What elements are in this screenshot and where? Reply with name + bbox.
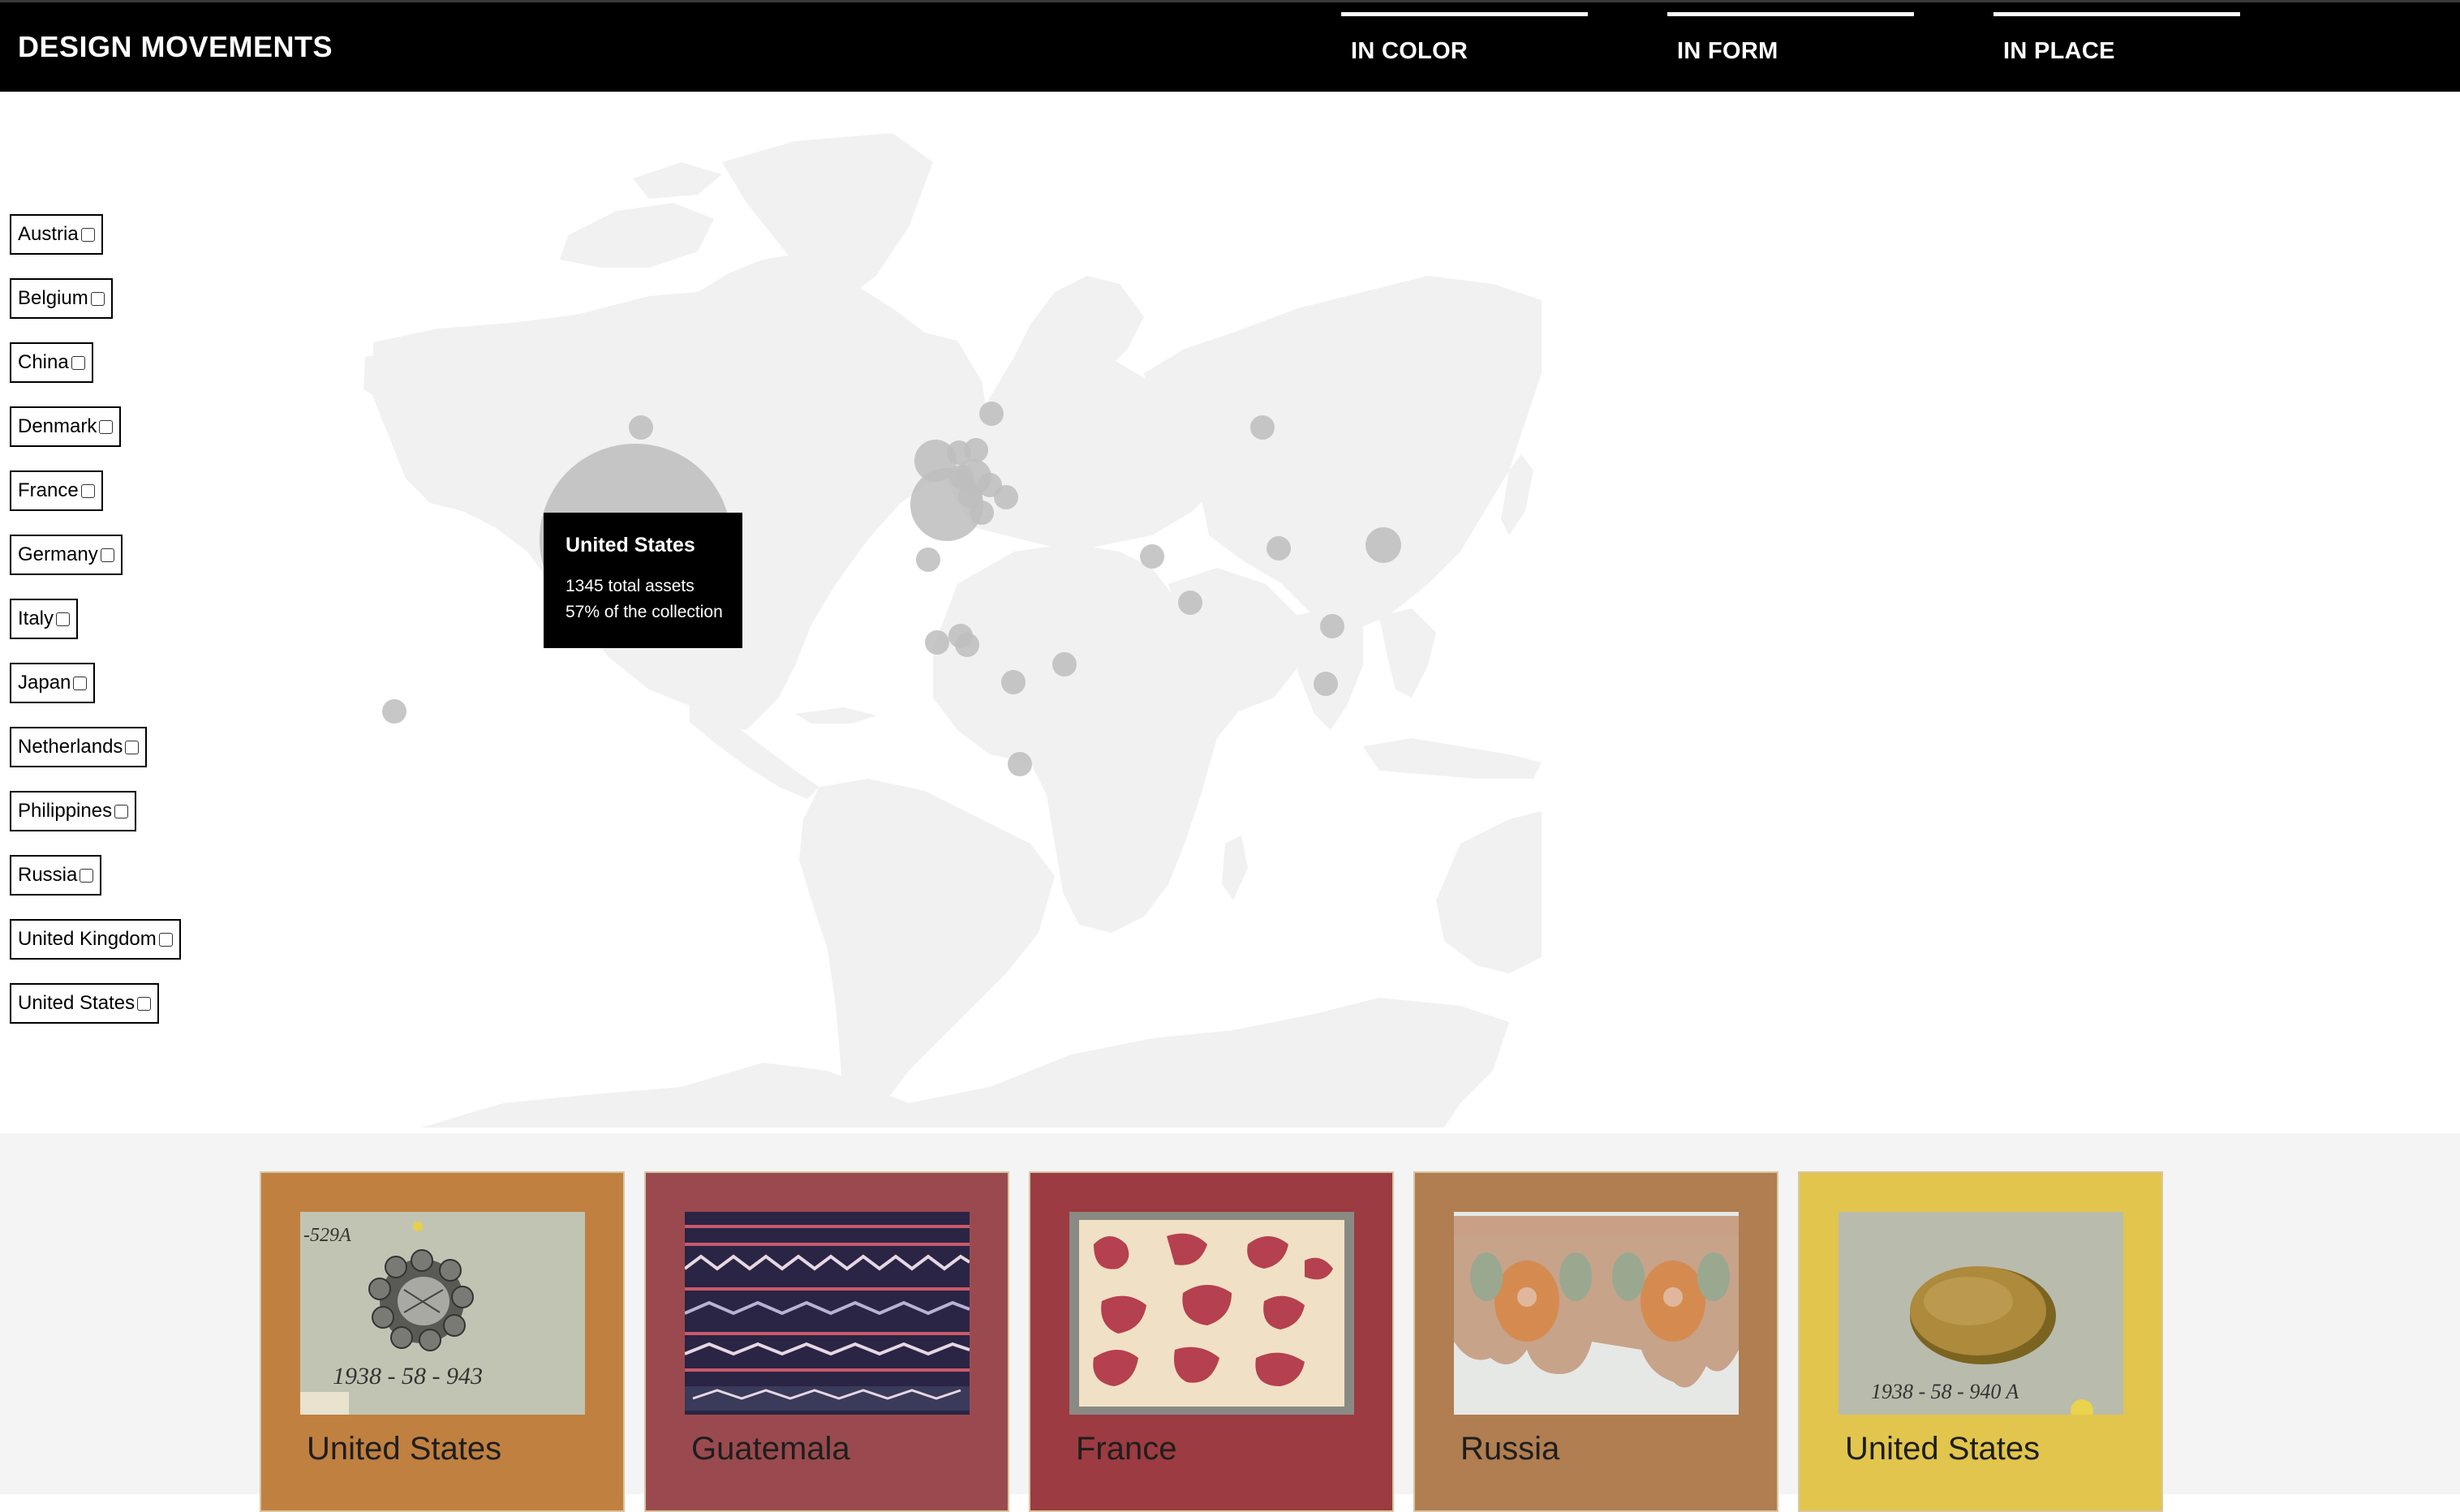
bubble-layer xyxy=(382,402,1401,776)
filter-united-states[interactable]: United States xyxy=(10,983,160,1024)
bubble-nigeria[interactable] xyxy=(955,633,979,657)
bubble-hawaii[interactable] xyxy=(382,699,406,724)
bubble-alaska[interactable] xyxy=(629,415,653,440)
bubble-kenya[interactable] xyxy=(1052,652,1077,677)
filter-philippines[interactable]: Philippines xyxy=(10,791,137,831)
bubble-india[interactable] xyxy=(1178,591,1202,615)
tab-label: IN COLOR xyxy=(1351,38,1469,64)
tab-in-place[interactable]: IN PLACE xyxy=(1993,12,2240,85)
tooltip-title: United States xyxy=(566,534,695,556)
filter-checkbox[interactable] xyxy=(137,997,152,1011)
filter-label: United Kingdom xyxy=(18,928,157,950)
filter-checkbox[interactable] xyxy=(56,612,71,626)
card-country-label: United States xyxy=(1845,1431,2041,1467)
filter-label: China xyxy=(18,351,69,373)
bubble-russia[interactable] xyxy=(1250,415,1275,440)
object-image-toile xyxy=(1069,1212,1354,1415)
filter-united-kingdom[interactable]: United Kingdom xyxy=(10,919,181,960)
tooltip-assets: 1345 total assets xyxy=(566,577,695,595)
object-gallery: -529A 1938 - 58 - 943 United States Guat… xyxy=(0,1133,2460,1512)
bubble-china[interactable] xyxy=(1267,536,1291,561)
filter-russia[interactable]: Russia xyxy=(10,855,102,896)
object-card[interactable]: France xyxy=(1029,1171,1394,1512)
object-card[interactable]: -529A 1938 - 58 - 943 United States xyxy=(260,1171,625,1512)
filter-label: Philippines xyxy=(18,800,113,822)
filter-label: United States xyxy=(18,992,135,1014)
filter-checkbox[interactable] xyxy=(100,548,114,562)
filter-checkbox[interactable] xyxy=(125,741,140,754)
filter-checkbox[interactable] xyxy=(80,869,94,883)
bubble-denmark[interactable] xyxy=(964,438,988,462)
filter-belgium[interactable]: Belgium xyxy=(10,278,113,319)
card-country-label: United States xyxy=(307,1431,502,1467)
filter-label: Netherlands xyxy=(18,736,123,758)
bubble-iran[interactable] xyxy=(1140,544,1164,569)
filter-checkbox[interactable] xyxy=(90,292,105,306)
bubble-czech[interactable] xyxy=(994,485,1018,509)
filter-france[interactable]: France xyxy=(10,470,103,511)
filter-japan[interactable]: Japan xyxy=(10,663,96,703)
filter-label: Denmark xyxy=(18,415,97,437)
bubble-japan[interactable] xyxy=(1365,527,1401,563)
bubble-congo[interactable] xyxy=(1001,670,1026,694)
filter-checkbox[interactable] xyxy=(114,805,129,818)
tab-in-color[interactable]: IN COLOR xyxy=(1341,12,1588,85)
filter-checkbox[interactable] xyxy=(158,933,173,947)
svg-text:1938 - 58 - 943: 1938 - 58 - 943 xyxy=(333,1363,483,1390)
filter-italy[interactable]: Italy xyxy=(10,599,79,639)
card-country-label: Guatemala xyxy=(691,1431,850,1467)
object-image-brass-button: 1938 - 58 - 940 A xyxy=(1839,1212,2123,1415)
filter-china[interactable]: China xyxy=(10,342,93,383)
bubble-philippines[interactable] xyxy=(1320,614,1344,638)
tab-in-form[interactable]: IN FORM xyxy=(1667,12,1914,85)
filter-checkbox[interactable] xyxy=(80,228,95,242)
site-title[interactable]: DESIGN MOVEMENTS xyxy=(18,30,333,64)
filter-label: France xyxy=(18,479,79,501)
object-card[interactable]: Guatemala xyxy=(644,1171,1009,1512)
bubble-south-africa[interactable] xyxy=(1008,752,1032,776)
card-country-label: France xyxy=(1076,1431,1177,1467)
object-image-button: -529A 1938 - 58 - 943 xyxy=(300,1212,585,1415)
object-image-lace xyxy=(1454,1212,1739,1415)
filter-label: Austria xyxy=(18,223,79,245)
filter-label: Germany xyxy=(18,543,98,565)
bubble-indonesia[interactable] xyxy=(1314,672,1338,696)
svg-text:1938 - 58 - 940 A: 1938 - 58 - 940 A xyxy=(1871,1380,2019,1403)
top-navigation-bar: DESIGN MOVEMENTS IN COLOR IN FORM IN PLA… xyxy=(0,0,2460,92)
filter-label: Russia xyxy=(18,864,78,886)
world-map[interactable] xyxy=(341,130,1542,1128)
filter-checkbox[interactable] xyxy=(71,356,85,370)
map-tooltip: United States 1345 total assets 57% of t… xyxy=(544,513,742,648)
bubble-italy[interactable] xyxy=(970,500,994,525)
filter-checkbox[interactable] xyxy=(99,420,114,434)
object-card[interactable]: 1938 - 58 - 940 A United States xyxy=(1798,1171,2163,1512)
tab-label: IN PLACE xyxy=(2003,38,2115,64)
filter-checkbox[interactable] xyxy=(73,677,88,690)
filter-netherlands[interactable]: Netherlands xyxy=(10,727,148,767)
bubble-spain[interactable] xyxy=(916,548,940,572)
filter-label: Japan xyxy=(18,672,71,694)
filter-austria[interactable]: Austria xyxy=(10,214,103,255)
filter-checkbox[interactable] xyxy=(80,484,95,498)
bubble-sweden[interactable] xyxy=(979,402,1004,426)
filter-label: Belgium xyxy=(18,287,88,309)
card-country-label: Russia xyxy=(1460,1431,1560,1467)
object-image-textile xyxy=(685,1212,970,1415)
filter-label: Italy xyxy=(18,608,54,629)
filter-denmark[interactable]: Denmark xyxy=(10,406,122,447)
object-card[interactable]: Russia xyxy=(1413,1171,1778,1512)
svg-text:-529A: -529A xyxy=(303,1225,351,1246)
filter-germany[interactable]: Germany xyxy=(10,535,123,575)
tooltip-share: 57% of the collection xyxy=(566,603,723,621)
tab-label: IN FORM xyxy=(1677,38,1778,64)
bubble-west-africa[interactable] xyxy=(925,630,949,655)
